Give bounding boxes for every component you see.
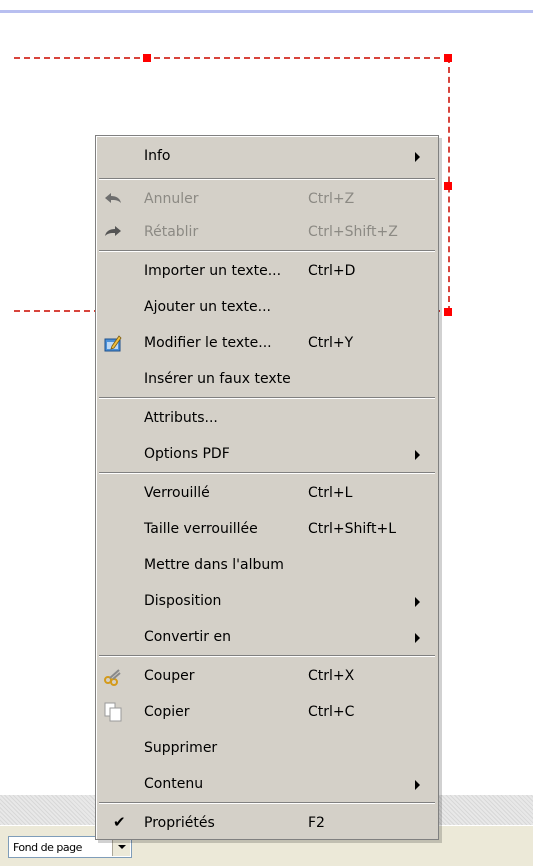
menu-item-shortcut: Ctrl+Y (308, 335, 354, 351)
frame-handle-mid-right[interactable] (444, 182, 452, 190)
menu-item-label: Propriétés (144, 815, 215, 831)
menu-item-send-to-scrapbook[interactable]: Mettre dans l'album (99, 547, 435, 583)
menu-item-convert-to[interactable]: Convertir en (99, 619, 435, 655)
frame-handle-top-mid[interactable] (143, 54, 151, 62)
menu-item-label: Supprimer (144, 740, 218, 756)
menu-item-label: Importer un texte... (144, 263, 282, 279)
menu-item-label: Couper (144, 668, 195, 684)
menu-item-label: Taille verrouillée (144, 521, 258, 537)
menu-item-size-locked[interactable]: Taille verrouillée Ctrl+Shift+L (99, 511, 435, 547)
menu-item-label: Contenu (144, 776, 204, 792)
menu-item-shortcut: Ctrl+X (308, 668, 355, 684)
menu-item-label: Annuler (144, 191, 199, 207)
menu-item-shortcut: Ctrl+C (308, 704, 355, 720)
menu-item-label: Modifier le texte... (144, 335, 272, 351)
menu-item-undo[interactable]: Annuler Ctrl+Z (99, 181, 435, 217)
submenu-arrow-icon (415, 780, 420, 790)
menu-separator (99, 655, 435, 657)
menu-item-info[interactable]: Info (99, 138, 435, 174)
menu-item-label: Options PDF (144, 446, 230, 462)
menu-item-import-text[interactable]: Importer un texte... Ctrl+D (99, 253, 435, 289)
menu-item-insert-dummy-text[interactable]: Insérer un faux texte (99, 361, 435, 397)
menu-item-redo[interactable]: Rétablir Ctrl+Shift+Z (99, 214, 435, 250)
submenu-arrow-icon (415, 633, 420, 643)
menu-separator (99, 250, 435, 252)
frame-handle-bottom-right[interactable] (444, 308, 452, 316)
menu-item-edit-text[interactable]: Modifier le texte... Ctrl+Y (99, 325, 435, 361)
menu-item-pdf-options[interactable]: Options PDF (99, 436, 435, 472)
menu-item-content[interactable]: Contenu (99, 766, 435, 802)
menu-item-label: Rétablir (144, 224, 199, 240)
menu-item-label: Info (144, 148, 171, 164)
menu-item-delete[interactable]: Supprimer (99, 730, 435, 766)
menu-item-label: Attributs... (144, 410, 218, 426)
menu-item-locked[interactable]: Verrouillé Ctrl+L (99, 475, 435, 511)
redo-icon (103, 222, 123, 242)
menu-item-shortcut: F2 (308, 815, 325, 831)
menu-separator (99, 397, 435, 399)
menu-item-label: Verrouillé (144, 485, 210, 501)
menu-item-shortcut: Ctrl+L (308, 485, 353, 501)
menu-item-label: Copier (144, 704, 190, 720)
menu-item-attributes[interactable]: Attributs... (99, 400, 435, 436)
frame-handle-top-right[interactable] (444, 54, 452, 62)
menu-item-shortcut: Ctrl+Shift+Z (308, 224, 398, 240)
scissors-icon (103, 666, 123, 686)
page-layer-select-value: Fond de page (13, 841, 82, 854)
menu-item-arrange[interactable]: Disposition (99, 583, 435, 619)
edit-text-icon (103, 333, 123, 353)
ruler-line (0, 10, 533, 13)
menu-item-shortcut: Ctrl+Z (308, 191, 355, 207)
copy-icon (103, 702, 123, 722)
menu-separator (99, 472, 435, 474)
menu-separator (99, 178, 435, 180)
menu-item-label: Disposition (144, 593, 222, 609)
menu-item-label: Convertir en (144, 629, 231, 645)
menu-item-label: Mettre dans l'album (144, 557, 284, 573)
submenu-arrow-icon (415, 152, 420, 162)
menu-item-label: Ajouter un texte... (144, 299, 272, 315)
checkmark-icon: ✔ (113, 813, 126, 831)
menu-item-add-text[interactable]: Ajouter un texte... (99, 289, 435, 325)
submenu-arrow-icon (415, 597, 420, 607)
submenu-arrow-icon (415, 450, 420, 460)
menu-item-copy[interactable]: Copier Ctrl+C (99, 694, 435, 730)
menu-item-properties[interactable]: ✔ Propriétés F2 (99, 805, 435, 841)
context-menu: Info Annuler Ctrl+Z Rétablir Ctrl+Shift+… (95, 135, 439, 840)
menu-item-label: Insérer un faux texte (144, 371, 291, 387)
menu-item-cut[interactable]: Couper Ctrl+X (99, 658, 435, 694)
menu-item-shortcut: Ctrl+Shift+L (308, 521, 396, 537)
menu-item-shortcut: Ctrl+D (308, 263, 356, 279)
menu-separator (99, 802, 435, 804)
undo-icon (103, 189, 123, 209)
